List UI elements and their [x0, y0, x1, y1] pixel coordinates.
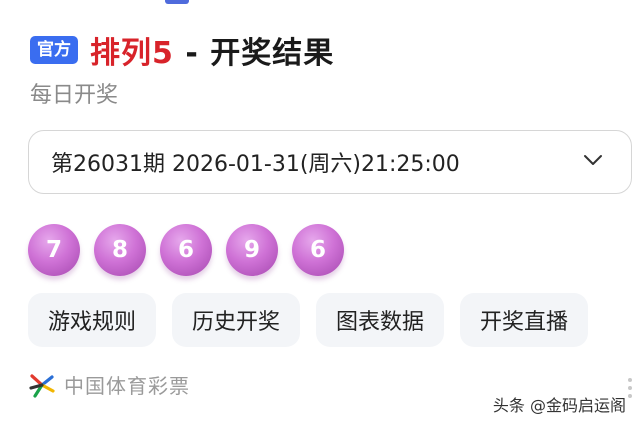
chevron-down-icon: [584, 155, 602, 165]
lottery-logo-icon: [29, 373, 55, 398]
title-suffix: - 开奖结果: [185, 36, 335, 71]
period-dropdown[interactable]: 第26031期 2026-01-31(周六)21:25:00: [28, 130, 632, 194]
chart-data-button[interactable]: 图表数据: [316, 293, 445, 347]
page-title: 排列5 - 开奖结果: [90, 28, 334, 72]
top-indicator: [165, 0, 189, 4]
draw-frequency: 每日开奖: [30, 83, 119, 108]
game-name: 排列5: [90, 36, 174, 71]
live-stream-button[interactable]: 开奖直播: [460, 293, 589, 347]
official-badge: 官方: [30, 36, 78, 64]
number-ball: 7: [28, 224, 80, 276]
number-ball: 9: [226, 224, 278, 276]
more-options-icon[interactable]: [628, 378, 634, 398]
watermark-text: 头条 @金码启运阁: [492, 396, 626, 415]
winning-numbers: 7 8 6 9 6: [28, 224, 344, 276]
game-rules-button[interactable]: 游戏规则: [28, 293, 157, 347]
action-buttons: 游戏规则 历史开奖 图表数据 开奖直播: [28, 293, 589, 347]
history-button[interactable]: 历史开奖: [172, 293, 301, 347]
page-header: 官方 排列5 - 开奖结果: [30, 28, 334, 72]
number-ball: 8: [94, 224, 146, 276]
selected-period: 第26031期 2026-01-31(周六)21:25:00: [51, 152, 460, 177]
number-ball: 6: [292, 224, 344, 276]
source-label: 中国体育彩票: [64, 374, 190, 398]
number-ball: 6: [160, 224, 212, 276]
source-attribution: 中国体育彩票: [28, 370, 190, 399]
